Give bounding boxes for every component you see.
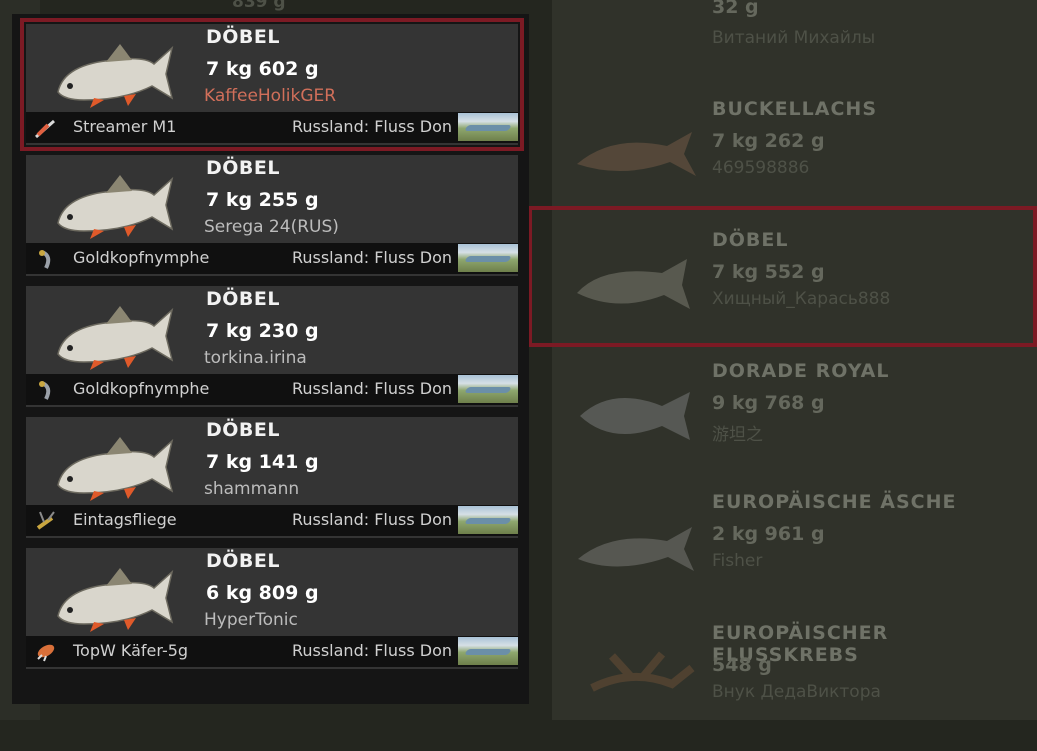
chub-fish-icon (57, 568, 174, 632)
record-bait: Goldkopfnymphe (73, 379, 210, 398)
streamer-icon (35, 119, 55, 139)
background-card[interactable]: EUROPÄISCHE ÄSCHE 2 kg 961 g Fisher (552, 489, 1037, 620)
location-thumbnail (458, 637, 518, 665)
trophy-record-card[interactable]: DÖBEL 7 kg 230 g torkina.irina Goldkopfn… (26, 286, 518, 407)
location-thumbnail (458, 375, 518, 403)
record-angler[interactable]: Serega 24(RUS) (204, 217, 339, 237)
record-angler[interactable]: HyperTonic (204, 610, 298, 630)
record-footer: Goldkopfnymphe Russland: Fluss Don (26, 374, 518, 405)
record-bait: Goldkopfnymphe (73, 248, 210, 267)
record-location: Russland: Fluss Don (291, 641, 452, 660)
record-angler[interactable]: torkina.irina (204, 348, 307, 368)
chub-fish-icon (57, 437, 174, 501)
salmon-icon (577, 132, 696, 176)
trophy-record-card[interactable]: DÖBEL 6 kg 809 g HyperTonic TopW Käfer-5… (26, 548, 518, 669)
trophy-record-card[interactable]: DÖBEL 7 kg 141 g shammann Eintagsfliege … (26, 417, 518, 538)
background-selected-card-highlight (528, 206, 1037, 347)
background-card-angler: Внук ДедаВиктора (712, 682, 881, 702)
record-footer: Streamer M1 Russland: Fluss Don (26, 112, 518, 143)
nymph-icon (39, 250, 51, 269)
record-weight: 7 kg 602 g (206, 58, 319, 80)
record-species: DÖBEL (206, 26, 280, 48)
background-card-species: EUROPÄISCHE ÄSCHE (712, 491, 957, 513)
background-top-left-weight: 839 g (232, 0, 286, 12)
record-footer: Eintagsfliege Russland: Fluss Don (26, 505, 518, 536)
background-card-angler: 469598886 (712, 158, 810, 178)
record-location: Russland: Fluss Don (291, 248, 452, 267)
location-thumbnail (458, 506, 518, 534)
mayfly-icon (36, 511, 55, 530)
nymph-icon (39, 381, 51, 400)
location-thumbnail (458, 113, 518, 141)
location-thumbnail (458, 244, 518, 272)
record-angler[interactable]: KaffeeHolikGER (204, 86, 336, 106)
background-top-user: Витаний Михайлы (712, 28, 876, 48)
record-location: Russland: Fluss Don (291, 117, 452, 136)
grayling-icon (578, 527, 694, 571)
record-location: Russland: Fluss Don (291, 510, 452, 529)
record-bait: Streamer M1 (73, 117, 177, 136)
chub-fish-icon (57, 175, 174, 239)
record-bait: TopW Käfer-5g (73, 641, 189, 660)
background-card-weight: 2 kg 961 g (712, 523, 825, 545)
record-angler[interactable]: shammann (204, 479, 299, 499)
background-card-weight: 548 g (712, 654, 772, 676)
record-weight: 7 kg 255 g (206, 189, 319, 211)
record-species: DÖBEL (206, 419, 280, 441)
record-footer: Goldkopfnymphe Russland: Fluss Don (26, 243, 518, 274)
record-species: DÖBEL (206, 157, 280, 179)
chub-fish-icon (57, 306, 174, 370)
trophy-record-card[interactable]: DÖBEL 7 kg 602 g KaffeeHolikGER Streamer… (20, 18, 524, 151)
dorade-icon (580, 392, 690, 440)
background-card-weight: 9 kg 768 g (712, 392, 825, 414)
record-footer: TopW Käfer-5g Russland: Fluss Don (26, 636, 518, 667)
record-weight: 6 kg 809 g (206, 582, 319, 604)
background-card-angler: Fisher (712, 551, 763, 571)
record-location: Russland: Fluss Don (291, 379, 452, 398)
record-weight: 7 kg 230 g (206, 320, 319, 342)
record-weight: 7 kg 141 g (206, 451, 319, 473)
background-card-species: DORADE ROYAL (712, 360, 890, 382)
chub-fish-icon (57, 44, 174, 108)
background-card[interactable]: DORADE ROYAL 9 kg 768 g 游坦之 (552, 358, 1037, 489)
trophy-records-popup: DÖBEL 7 kg 602 g KaffeeHolikGER Streamer… (12, 14, 529, 704)
record-bait: Eintagsfliege (73, 510, 177, 529)
trophy-record-card[interactable]: DÖBEL 7 kg 255 g Serega 24(RUS) Goldkopf… (26, 155, 518, 276)
background-card-weight: 7 kg 262 g (712, 130, 825, 152)
record-species: DÖBEL (206, 550, 280, 572)
background-card-angler: 游坦之 (712, 425, 763, 445)
beetle-lure-icon (37, 644, 55, 662)
background-card[interactable]: EUROPÄISCHER FLUSSKREBS 548 g Внук ДедаВ… (552, 620, 1037, 751)
background-top-weight: 32 g (712, 0, 759, 18)
background-card-species: BUCKELLACHS (712, 98, 878, 120)
record-species: DÖBEL (206, 288, 280, 310)
crayfish-icon (590, 651, 695, 692)
